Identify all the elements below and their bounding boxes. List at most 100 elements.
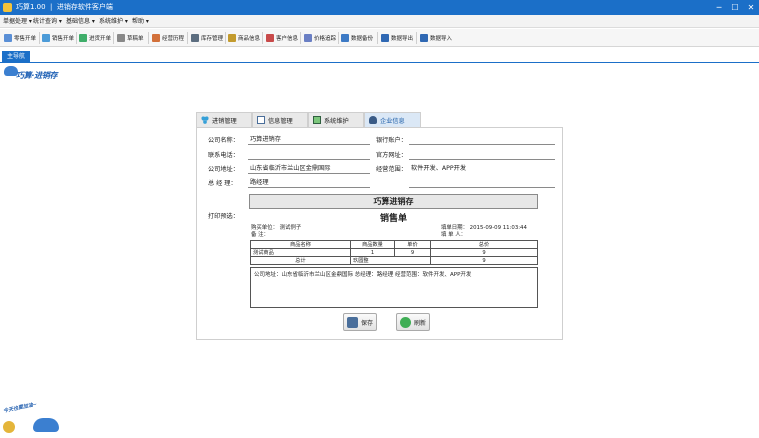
menu-bar: 单据处理 ▾ 统计查询 ▾ 基础信息 ▾ 系统维护 ▾ 帮助 ▾ <box>0 15 759 28</box>
cell-total-price: 9 <box>430 248 538 257</box>
tab-company-info[interactable]: 企业信息 <box>364 112 421 128</box>
separator <box>262 32 263 44</box>
date-line: 填单日期： 2015-09-09 11:03:44 <box>441 225 527 231</box>
website-label: 官方网址： <box>376 152 407 159</box>
invoice-icon <box>42 34 50 42</box>
price-tracking-button[interactable]: 价格追踪 <box>304 31 336 45</box>
table-header-row: 商品名称 商品数量 单价 总价 <box>250 240 538 249</box>
export-button[interactable]: 数据导出 <box>381 31 413 45</box>
address-field[interactable]: 山东省临沂市兰山区金鼎国际 <box>248 164 370 174</box>
separator <box>148 32 149 44</box>
header-quantity: 商品数量 <box>350 240 395 249</box>
nav-underline <box>0 62 759 63</box>
separator <box>377 32 378 44</box>
toolbar: 零售开单 销售开单 进货开单 草稿单 经营历程 库存管理 商品信息 客户信息 价… <box>0 29 759 47</box>
customer-info-button[interactable]: 客户信息 <box>266 31 298 45</box>
sales-order-button[interactable]: 销售开单 <box>42 31 74 45</box>
product-info-button[interactable]: 商品信息 <box>228 31 260 45</box>
total-value: 9 <box>430 256 538 265</box>
phone-label: 联系电话： <box>208 152 239 159</box>
preview-title: 巧算进销存 <box>249 194 538 209</box>
separator <box>113 32 114 44</box>
brand-logo: 巧算·进销存 <box>4 66 64 82</box>
history-icon <box>152 34 160 42</box>
export-icon <box>381 34 389 42</box>
minimize-button[interactable]: ─ <box>711 0 727 15</box>
user-icon <box>369 116 377 124</box>
refresh-button[interactable]: 刷新 <box>396 313 430 331</box>
company-name-field[interactable]: 巧算进销存 <box>248 135 370 145</box>
separator <box>39 32 40 44</box>
header-total-price: 总价 <box>430 240 538 249</box>
company-name-label: 公司名称： <box>208 137 239 144</box>
app-icon <box>3 3 12 12</box>
memo-box[interactable]: 公司地址：山东省临沂市兰山区金鼎国际 总经理：路经理 经营范围：软件开发、APP… <box>250 267 538 308</box>
import-icon <box>420 34 428 42</box>
receipt-icon <box>4 34 12 42</box>
table-row: 测试商品 1 9 9 <box>250 248 538 257</box>
customer-icon <box>266 34 274 42</box>
cart-icon <box>79 34 87 42</box>
brand-name: 巧算·进销存 <box>16 71 58 80</box>
scope-field-line2[interactable] <box>409 178 555 188</box>
bank-field[interactable] <box>409 135 555 145</box>
monitor-icon <box>313 116 321 124</box>
save-icon <box>347 316 358 328</box>
remark-line: 备 注： <box>251 232 269 238</box>
draft-icon <box>117 34 125 42</box>
menu-help[interactable]: 帮助 ▾ <box>132 17 149 26</box>
print-preview-label: 打印预选： <box>208 213 239 220</box>
inventory-button[interactable]: 库存管理 <box>191 31 223 45</box>
close-button[interactable]: ✕ <box>743 0 759 15</box>
menu-statistics[interactable]: 统计查询 ▾ <box>33 17 62 26</box>
purchase-order-button[interactable]: 进货开单 <box>79 31 111 45</box>
tab-info-management[interactable]: 信息管理 <box>252 112 308 128</box>
menu-system[interactable]: 系统维护 ▾ <box>99 17 128 26</box>
separator <box>300 32 301 44</box>
document-icon <box>257 116 265 124</box>
refresh-icon <box>400 316 411 328</box>
manager-label: 总 经 理： <box>208 180 237 187</box>
import-button[interactable]: 数据导入 <box>420 31 452 45</box>
product-icon <box>228 34 236 42</box>
maximize-button[interactable]: ☐ <box>727 0 743 15</box>
backup-icon <box>341 34 349 42</box>
header-product: 商品名称 <box>250 240 351 249</box>
cell-quantity: 1 <box>350 248 395 257</box>
menu-documents[interactable]: 单据处理 ▾ <box>3 17 32 26</box>
table-total-row: 总计 玖圆整 9 <box>250 256 538 265</box>
website-field[interactable] <box>409 150 555 160</box>
cell-unit-price: 9 <box>394 248 431 257</box>
sales-table: 商品名称 商品数量 单价 总价 测试商品 1 9 9 总计 玖圆整 9 <box>250 240 538 265</box>
cloud-icon <box>33 418 59 432</box>
scope-label: 经营范围： <box>376 166 407 173</box>
save-button[interactable]: 保存 <box>343 313 377 331</box>
scope-field[interactable]: 软件开发、APP开发 <box>409 164 555 174</box>
mascot-figure-icon <box>3 421 15 433</box>
mascot-logo: 今天也要加油~ <box>2 401 63 434</box>
price-icon <box>304 34 312 42</box>
draft-button[interactable]: 草稿单 <box>117 31 144 45</box>
tab-main-nav[interactable]: 主导航 <box>2 51 30 62</box>
separator <box>187 32 188 44</box>
menu-basic-info[interactable]: 基础信息 ▾ <box>66 17 95 26</box>
total-chinese: 玖圆整 <box>350 256 431 265</box>
maker-line: 填 单 人： <box>441 232 466 238</box>
manager-field[interactable]: 路经理 <box>248 178 370 188</box>
separator <box>338 32 339 44</box>
title-bar: 巧算1.00 | 进销存软件客户端 ─ ☐ ✕ <box>0 0 759 15</box>
retail-order-button[interactable]: 零售开单 <box>4 31 36 45</box>
total-label: 总计 <box>250 256 351 265</box>
sales-document-title: 销售单 <box>379 214 407 224</box>
backup-button[interactable]: 数据备份 <box>341 31 373 45</box>
phone-field[interactable] <box>248 150 370 160</box>
window-title: 巧算1.00 | 进销存软件客户端 <box>16 3 113 11</box>
tab-system-maintenance[interactable]: 系统维护 <box>308 112 364 128</box>
header-unit-price: 单价 <box>394 240 431 249</box>
history-button[interactable]: 经营历程 <box>152 31 184 45</box>
bank-label: 银行账户： <box>376 137 407 144</box>
tab-sales-management[interactable]: 进销管理 <box>196 112 252 128</box>
separator <box>76 32 77 44</box>
mascot-text: 今天也要加油~ <box>2 401 38 415</box>
buyer-line: 购买单位： 测试例子 <box>251 225 302 231</box>
